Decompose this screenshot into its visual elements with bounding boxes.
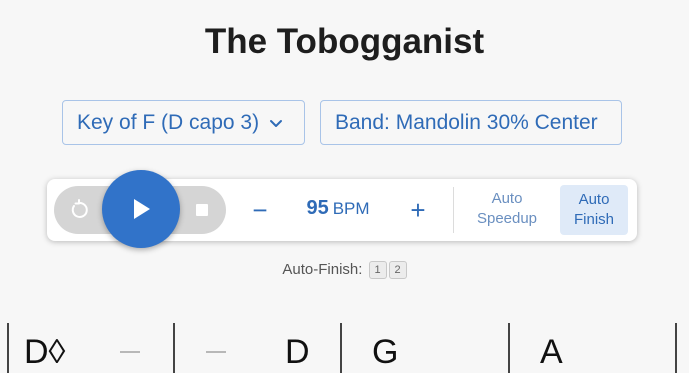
band-settings-button[interactable]: Band: Mandolin 30% Center [320, 100, 622, 145]
bpm-unit: BPM [332, 199, 370, 218]
chord-symbol: A [540, 333, 563, 371]
auto-finish-toggle[interactable]: Auto Finish [560, 185, 628, 235]
chord-rest [206, 351, 226, 353]
auto-finish-line2: Finish [573, 211, 614, 228]
tempo-display: 95 BPM [293, 197, 383, 220]
song-title: The Tobogganist [204, 22, 485, 61]
stop-button[interactable] [196, 204, 208, 216]
band-label: Band: Mandolin 30% Center [335, 110, 598, 134]
restart-icon[interactable] [67, 198, 91, 222]
chord-symbol: G [372, 333, 399, 371]
auto-finish-option-1[interactable]: 1 [368, 261, 387, 279]
chord-rest [120, 351, 140, 353]
chevron-down-icon [270, 119, 283, 127]
play-button[interactable] [102, 170, 180, 248]
chord-symbol: D [285, 333, 310, 371]
auto-finish-line1: Auto [578, 191, 610, 208]
auto-speedup-toggle[interactable]: Auto Speedup [467, 189, 547, 229]
auto-finish-caption: Auto-Finish: 12 [0, 261, 689, 279]
toolbar-divider [453, 187, 454, 233]
decrease-tempo-button[interactable]: − [247, 193, 273, 227]
auto-speedup-line2: Speedup [476, 210, 538, 227]
auto-finish-caption-label: Auto-Finish: [282, 261, 363, 278]
chord-symbol: D◊ [24, 333, 66, 371]
increase-tempo-button[interactable]: + [405, 193, 431, 227]
player-toolbar: − 95 BPM + Auto Speedup Auto Finish [47, 170, 637, 248]
auto-speedup-line1: Auto [491, 190, 523, 207]
key-label: Key of F (D capo 3) [77, 110, 260, 134]
key-dropdown-button[interactable]: Key of F (D capo 3) [62, 100, 305, 145]
auto-finish-option-2[interactable]: 2 [388, 261, 407, 279]
bpm-value: 95 [306, 197, 329, 219]
play-icon [134, 199, 150, 219]
